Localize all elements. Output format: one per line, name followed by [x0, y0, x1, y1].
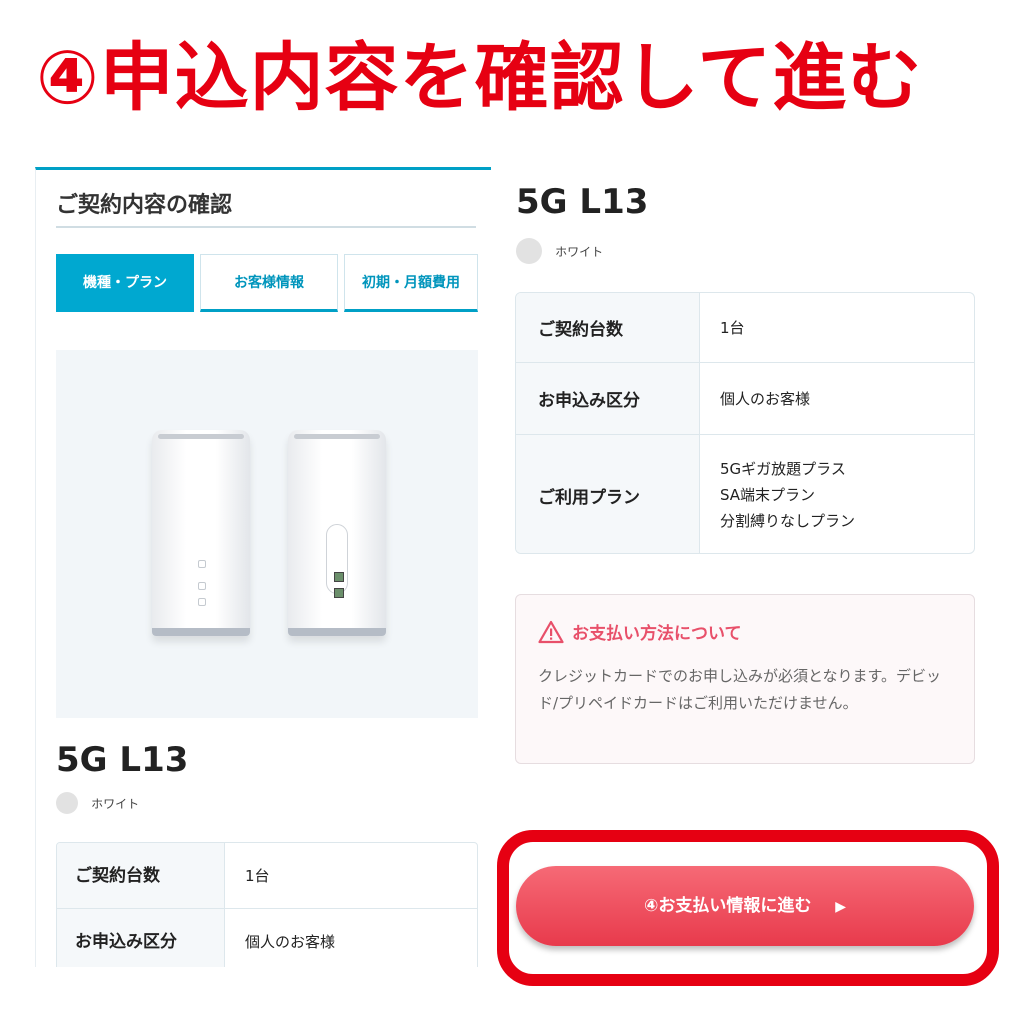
- color-label: ホワイト: [91, 796, 140, 811]
- table-row: ご利用プラン 5Gギガ放題プラス SA端末プラン 分割縛りなしプラン: [516, 435, 974, 553]
- product-color: ホワイト: [516, 238, 603, 264]
- panel-title: ご契約内容の確認: [56, 188, 476, 228]
- table-row: お申込み区分 個人のお客様: [516, 363, 974, 435]
- row-value: 5Gギガ放題プラス SA端末プラン 分割縛りなしプラン: [720, 435, 856, 553]
- row-value: 1台: [245, 867, 270, 885]
- row-label: お申込み区分: [57, 909, 225, 967]
- row-value-line: 1台: [720, 318, 745, 337]
- tab-initial-monthly-fees[interactable]: 初期・月額費用: [344, 254, 478, 312]
- color-label: ホワイト: [555, 244, 604, 259]
- payment-method-notice: お支払い方法について クレジットカードでのお申し込みが必須となります。デビッド/…: [515, 594, 975, 764]
- row-value-line: 5Gギガ放題プラス: [720, 460, 846, 478]
- color-swatch: [56, 792, 78, 814]
- page-headline: ④申込内容を確認して進む: [36, 35, 923, 121]
- table-row: ご契約台数 1台: [516, 293, 974, 363]
- row-value: 個人のお客様: [720, 363, 810, 434]
- product-model-name: 5G L13: [516, 182, 649, 222]
- chevron-right-icon: ▶: [835, 899, 847, 915]
- row-value-line: 個人のお客様: [720, 389, 811, 408]
- table-row: ご契約台数 1台: [57, 843, 477, 909]
- router-front-image: [152, 430, 250, 636]
- proceed-to-payment-button[interactable]: ④お支払い情報に進む ▶: [516, 866, 974, 946]
- row-value: 1台: [720, 293, 745, 362]
- color-swatch: [516, 238, 542, 264]
- table-row: お申込み区分 個人のお客様: [57, 909, 477, 967]
- row-label: ご利用プラン: [516, 435, 700, 553]
- contract-summary-table: ご契約台数 1台 お申込み区分 個人のお客様: [56, 842, 478, 967]
- product-image: [56, 350, 478, 718]
- notice-body: クレジットカードでのお申し込みが必須となります。デビッド/プリペイドカードはご利…: [538, 667, 942, 712]
- product-color: ホワイト: [56, 792, 139, 816]
- product-model-name: 5G L13: [56, 740, 189, 780]
- router-back-image: [288, 430, 386, 636]
- tab-customer-info[interactable]: お客様情報: [200, 254, 338, 312]
- tab-device-plan[interactable]: 機種・プラン: [56, 254, 194, 312]
- row-label: ご契約台数: [57, 843, 225, 908]
- contract-detail-table: ご契約台数 1台 お申込み区分 個人のお客様 ご利用プラン 5Gギガ放題プラス …: [515, 292, 975, 554]
- row-value-line: 分割縛りなしプラン: [720, 512, 856, 530]
- warning-icon: [538, 620, 564, 643]
- row-label: ご契約台数: [516, 293, 700, 362]
- row-value: 個人のお客様: [245, 933, 336, 951]
- notice-title-text: お支払い方法について: [572, 624, 742, 644]
- row-label: お申込み区分: [516, 363, 700, 434]
- proceed-button-label: ④お支払い情報に進む: [643, 896, 812, 916]
- confirmation-tabs: 機種・プラン お客様情報 初期・月額費用: [56, 254, 478, 312]
- contract-confirmation-panel: ご契約内容の確認 機種・プラン お客様情報 初期・月額費用 5G L13 ホワイ…: [35, 167, 491, 967]
- row-value-line: SA端末プラン: [720, 486, 816, 504]
- notice-title: お支払い方法について: [538, 619, 742, 644]
